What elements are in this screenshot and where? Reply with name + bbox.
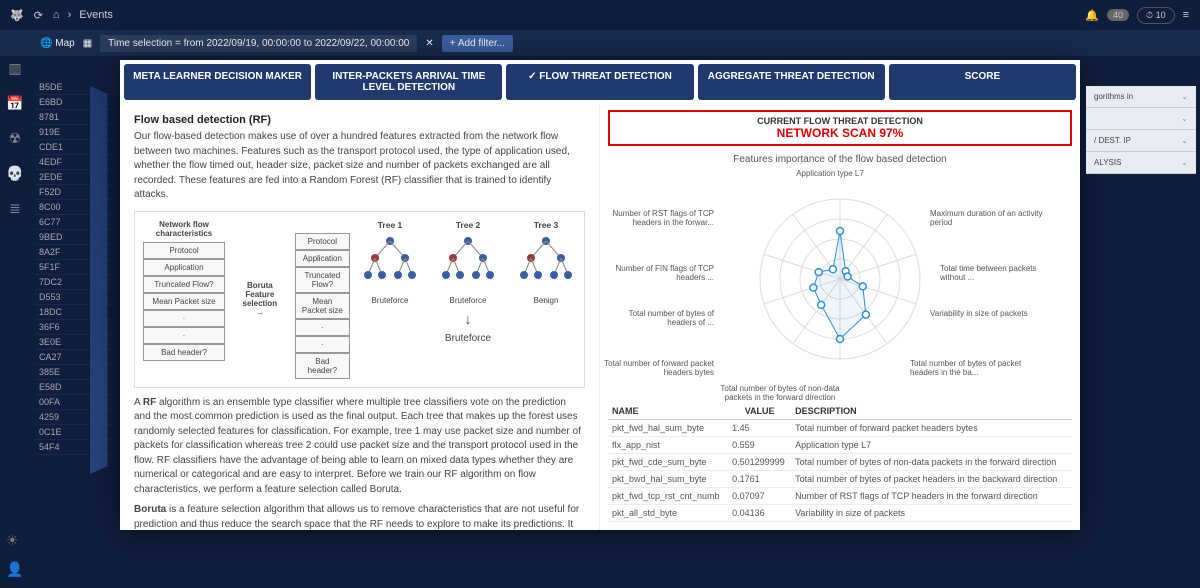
decision-tree: Tree 3 Benign bbox=[516, 220, 576, 305]
radar-chart: Application type L7 Maximum duration of a… bbox=[600, 169, 1080, 399]
feature-box: Protocol bbox=[295, 233, 350, 250]
diagram-col1-header: Network flow characteristics bbox=[143, 220, 225, 238]
sidebar-dashboard-icon[interactable]: ▥ bbox=[8, 60, 21, 77]
brightness-icon[interactable]: ☀ bbox=[6, 532, 23, 549]
breadcrumb-sep: › bbox=[68, 9, 72, 21]
feature-table: NAME VALUE DESCRIPTION pkt_fwd_hal_sum_b… bbox=[608, 403, 1072, 522]
tab-flow-threat[interactable]: FLOW THREAT DETECTION bbox=[506, 64, 693, 100]
side-row-1[interactable]: gorithms in bbox=[1086, 86, 1196, 108]
sidebar-skull-icon[interactable]: 💀 bbox=[6, 165, 23, 182]
alert-title: CURRENT FLOW THREAT DETECTION bbox=[614, 116, 1066, 126]
axis-label: Maximum duration of an activity period bbox=[930, 209, 1050, 227]
table-row[interactable]: pkt_fwd_cde_sum_byte0.501299999Total num… bbox=[608, 454, 1072, 471]
map-button[interactable]: 🌐 Map bbox=[40, 38, 75, 49]
add-filter-button[interactable]: + Add filter... bbox=[442, 35, 513, 52]
feature-box: Bad header? bbox=[295, 353, 350, 379]
table-row[interactable]: flx_app_nist0.559Application type L7 bbox=[608, 437, 1072, 454]
side-row-2[interactable] bbox=[1086, 108, 1196, 130]
time-filter-chip[interactable]: Time selection = from 2022/09/19, 00:00:… bbox=[100, 35, 417, 52]
rf-diagram: Network flow characteristics ProtocolApp… bbox=[134, 211, 585, 388]
feature-box: Protocol bbox=[143, 242, 225, 259]
final-prediction: Bruteforce bbox=[445, 333, 491, 344]
axis-label: Total number of bytes of packet headers … bbox=[910, 359, 1030, 377]
clock-pill[interactable]: ⏱ 10 bbox=[1137, 7, 1175, 24]
grid-button[interactable]: ▦ bbox=[83, 38, 92, 49]
feature-box: · bbox=[295, 319, 350, 336]
axis-label: Number of RST flags of TCP headers in th… bbox=[604, 209, 714, 227]
table-row[interactable]: pkt_fwd_hal_sum_byte1.45Total number of … bbox=[608, 420, 1072, 437]
intro-paragraph: Our flow-based detection makes use of ov… bbox=[134, 130, 585, 203]
tab-score[interactable]: SCORE bbox=[889, 64, 1076, 100]
feature-box: Bad header? bbox=[143, 344, 225, 361]
menu-icon[interactable]: ≡ bbox=[1183, 9, 1190, 21]
section-title: Flow based detection (RF) bbox=[134, 114, 585, 126]
tab-inter-packets[interactable]: INTER-PACKETS ARRIVAL TIME LEVEL DETECTI… bbox=[315, 64, 502, 100]
axis-label: Variability in size of packets bbox=[930, 309, 1028, 318]
th-value[interactable]: VALUE bbox=[728, 403, 791, 420]
feature-box: · bbox=[295, 336, 350, 353]
side-row-4[interactable]: ALYSIS bbox=[1086, 152, 1196, 174]
close-filter-icon[interactable]: ✕ bbox=[425, 38, 433, 49]
feature-box: · bbox=[143, 327, 225, 344]
sidebar-radiation-icon[interactable]: ☢ bbox=[9, 130, 22, 147]
feature-box: · bbox=[143, 310, 225, 327]
explanation-pane: Flow based detection (RF) Our flow-based… bbox=[120, 104, 600, 530]
alert-value: NETWORK SCAN 97% bbox=[614, 126, 1066, 140]
home-icon[interactable]: ⌂ bbox=[53, 9, 60, 21]
side-row-3[interactable]: / DEST. IP bbox=[1086, 130, 1196, 152]
boruta-label: BorutaFeature selection→ bbox=[235, 281, 285, 317]
feature-box: Mean Packet size bbox=[295, 293, 350, 319]
tab-aggregate[interactable]: AGGREGATE THREAT DETECTION bbox=[698, 64, 885, 100]
rf-paragraph: A RF algorithm is an ensemble type class… bbox=[134, 396, 585, 498]
user-icon[interactable]: 👤 bbox=[6, 561, 23, 578]
axis-label: Total time between packets without ... bbox=[940, 264, 1060, 282]
breadcrumb-page[interactable]: Events bbox=[79, 9, 113, 21]
detection-modal: META LEARNER DECISION MAKER INTER-PACKET… bbox=[120, 60, 1080, 530]
axis-label: Application type L7 bbox=[770, 169, 890, 178]
boruta-paragraph: Boruta is a feature selection algorithm … bbox=[134, 503, 585, 530]
feature-box: Mean Packet size bbox=[143, 293, 225, 310]
tab-meta-learner[interactable]: META LEARNER DECISION MAKER bbox=[124, 64, 311, 100]
axis-label: Total number of bytes of headers of ... bbox=[604, 309, 714, 327]
axis-label: Total number of forward packet headers b… bbox=[604, 359, 714, 377]
notification-count: 40 bbox=[1107, 9, 1129, 21]
logo-icon[interactable]: 🐺 bbox=[10, 9, 24, 22]
sidebar-layers-icon[interactable]: ≣ bbox=[9, 200, 21, 217]
decision-tree: Tree 1 Bruteforce bbox=[360, 220, 420, 305]
decision-tree: Tree 2 Bruteforce bbox=[438, 220, 498, 305]
feature-box: Application bbox=[295, 250, 350, 267]
feature-box: Truncated Flow? bbox=[143, 276, 225, 293]
threat-alert: CURRENT FLOW THREAT DETECTION NETWORK SC… bbox=[608, 110, 1072, 146]
right-side-panel: gorithms in / DEST. IP ALYSIS bbox=[1086, 86, 1196, 174]
axis-label: Number of FIN flags of TCP headers ... bbox=[604, 264, 714, 282]
axis-label: Total number of bytes of non-data packet… bbox=[720, 384, 840, 402]
refresh-icon[interactable]: ⟳ bbox=[34, 9, 43, 22]
bell-icon[interactable]: 🔔 bbox=[1085, 9, 1099, 22]
feature-box: Application bbox=[143, 259, 225, 276]
radar-chart-title: Features importance of the flow based de… bbox=[600, 154, 1080, 165]
feature-box: Truncated Flow? bbox=[295, 267, 350, 293]
th-desc[interactable]: DESCRIPTION bbox=[791, 403, 1072, 420]
th-name[interactable]: NAME bbox=[608, 403, 728, 420]
table-row[interactable]: pkt_bwd_hal_sum_byte0.1761Total number o… bbox=[608, 471, 1072, 488]
card-stack-left[interactable] bbox=[90, 86, 107, 474]
table-row[interactable]: pkt_fwd_tcp_rst_cnt_numb0.07097Number of… bbox=[608, 488, 1072, 505]
table-row[interactable]: pkt_all_std_byte0.04136Variability in si… bbox=[608, 505, 1072, 522]
sidebar-calendar-icon[interactable]: 📅 bbox=[6, 95, 23, 112]
